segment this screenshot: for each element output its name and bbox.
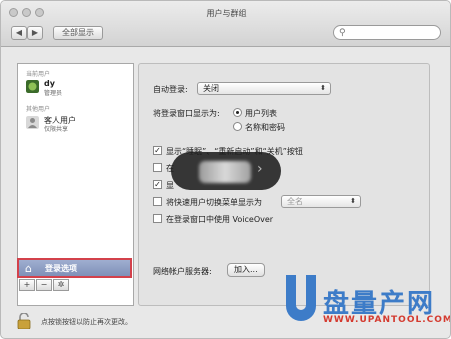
other-users-header: 其他用户 xyxy=(26,106,51,113)
forward-button[interactable]: ▶ xyxy=(27,26,43,40)
guest-role: 仅限共享 xyxy=(44,126,69,133)
title-bar: 用户与群组 ◀ ▶ 全部显示 ⚲ xyxy=(1,1,450,47)
search-field[interactable]: ⚲ xyxy=(333,25,441,40)
radio-name-password-label: 名称和密码 xyxy=(245,123,285,132)
updown-arrows-icon: ⬍ xyxy=(320,84,326,92)
window-title: 用户与群组 xyxy=(206,9,247,18)
checkbox-voiceover[interactable] xyxy=(153,214,162,223)
network-server-label: 网络帐户服务器: xyxy=(153,267,212,276)
preferences-window: 用户与群组 ◀ ▶ 全部显示 ⚲ 当前用户 dy 管理员 其他用户 客人用户 仅 xyxy=(0,0,451,339)
checkbox-show-buttons[interactable]: ✓ xyxy=(153,146,162,155)
radio-name-password[interactable] xyxy=(233,122,242,131)
radio-user-list[interactable] xyxy=(233,108,242,117)
login-options-label: 登录选项 xyxy=(45,264,77,273)
user-avatar-icon xyxy=(26,80,39,93)
auto-login-value: 关闭 xyxy=(203,84,219,93)
fast-switch-value: 全名 xyxy=(287,197,303,206)
checkbox-fast-user-switch[interactable] xyxy=(153,197,162,206)
auto-login-label: 自动登录: xyxy=(153,85,188,94)
fast-user-switch-label: 将快速用户切换菜单显示为 xyxy=(166,198,262,207)
updown-arrows-icon: ⬍ xyxy=(350,197,356,205)
overlay-popup: › xyxy=(171,152,281,190)
back-button[interactable]: ◀ xyxy=(11,26,27,40)
row-3-label: 显 xyxy=(166,181,174,190)
current-users-header: 当前用户 xyxy=(26,71,51,78)
checkbox-row-3[interactable]: ✓ xyxy=(153,180,162,189)
home-icon: ⌂ xyxy=(25,262,32,275)
user-name: dy xyxy=(44,79,55,88)
remove-user-button[interactable]: − xyxy=(36,279,52,291)
brand-u-logo xyxy=(286,275,316,321)
login-options-item[interactable]: ⌂ 登录选项 xyxy=(17,258,132,278)
guest-avatar-icon xyxy=(26,116,39,129)
user-role: 管理员 xyxy=(44,90,63,97)
join-button[interactable]: 加入... xyxy=(227,263,265,277)
action-gear-button[interactable]: ✲ xyxy=(53,279,69,291)
show-all-button[interactable]: 全部显示 xyxy=(53,26,103,40)
blurred-content xyxy=(199,161,251,183)
chevron-right-icon: › xyxy=(257,161,263,177)
auto-login-select[interactable]: 关闭 ⬍ xyxy=(197,82,331,95)
add-user-button[interactable]: + xyxy=(19,279,35,291)
checkbox-row-2[interactable] xyxy=(153,163,162,172)
search-icon: ⚲ xyxy=(339,28,346,38)
fast-switch-select[interactable]: 全名 ⬍ xyxy=(281,195,361,208)
watermark-url: WWW.UPANTOOL.COM xyxy=(323,315,451,325)
lock-icon[interactable] xyxy=(17,313,31,329)
voiceover-label: 在登录窗口中使用 VoiceOver xyxy=(166,215,274,224)
radio-user-list-label: 用户列表 xyxy=(245,109,277,118)
display-login-as-label: 将登录窗口显示为: xyxy=(153,109,220,118)
lock-hint-text: 点按锁按钮以防止再次更改。 xyxy=(41,318,132,326)
